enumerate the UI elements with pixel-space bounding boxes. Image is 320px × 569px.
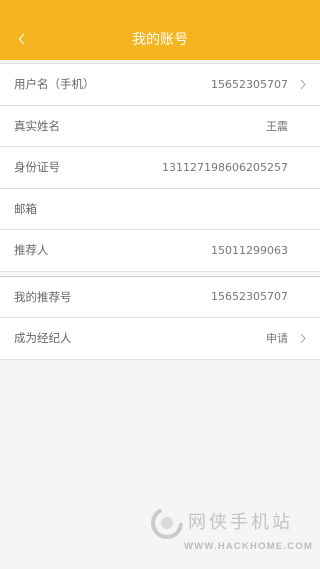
username-row[interactable]: 用户名（手机） 15652305707: [0, 64, 320, 106]
username-label: 用户名（手机）: [14, 77, 95, 92]
back-button[interactable]: [12, 29, 32, 49]
watermark: 网侠手机站 WWW.HACKHOME.COM: [148, 504, 318, 564]
id-number-value: 131127198606205257: [162, 160, 288, 174]
agent-info-list: 我的推荐号 15652305707 成为经纪人 申请: [0, 275, 320, 360]
referrer-label: 推荐人: [14, 243, 49, 258]
apply-link[interactable]: 申请: [266, 330, 288, 346]
id-number-label: 身份证号: [14, 160, 60, 175]
account-info-list: 用户名（手机） 15652305707 真实姓名 王震 身份证号 1311271…: [0, 63, 320, 272]
watermark-en: WWW.HACKHOME.COM: [184, 541, 313, 552]
status-bar: [0, 0, 320, 18]
real-name-value: 王震: [266, 119, 288, 133]
hackhome-logo-icon: [151, 507, 183, 539]
email-row[interactable]: 邮箱: [0, 189, 320, 230]
chevron-right-icon: [294, 79, 306, 90]
referrer-row: 推荐人 15011299063: [0, 230, 320, 272]
page-title: 我的账号: [132, 32, 188, 48]
real-name-label: 真实姓名: [14, 118, 60, 133]
chevron-right-icon: [294, 333, 306, 344]
id-number-row: 身份证号 131127198606205257: [0, 147, 320, 189]
referrer-value: 15011299063: [211, 243, 288, 257]
chevron-left-icon: [18, 33, 25, 45]
become-agent-label: 成为经纪人: [14, 331, 72, 346]
email-label: 邮箱: [14, 201, 37, 216]
username-value: 15652305707: [211, 77, 288, 91]
nav-bar: 我的账号: [0, 18, 320, 60]
referral-code-label: 我的推荐号: [14, 289, 72, 304]
my-referral-code-row: 我的推荐号 15652305707: [0, 277, 320, 318]
become-agent-row[interactable]: 成为经纪人 申请: [0, 318, 320, 360]
real-name-row: 真实姓名 王震: [0, 106, 320, 147]
referral-code-value: 15652305707: [211, 290, 288, 304]
watermark-cn: 网侠手机站: [188, 512, 293, 533]
